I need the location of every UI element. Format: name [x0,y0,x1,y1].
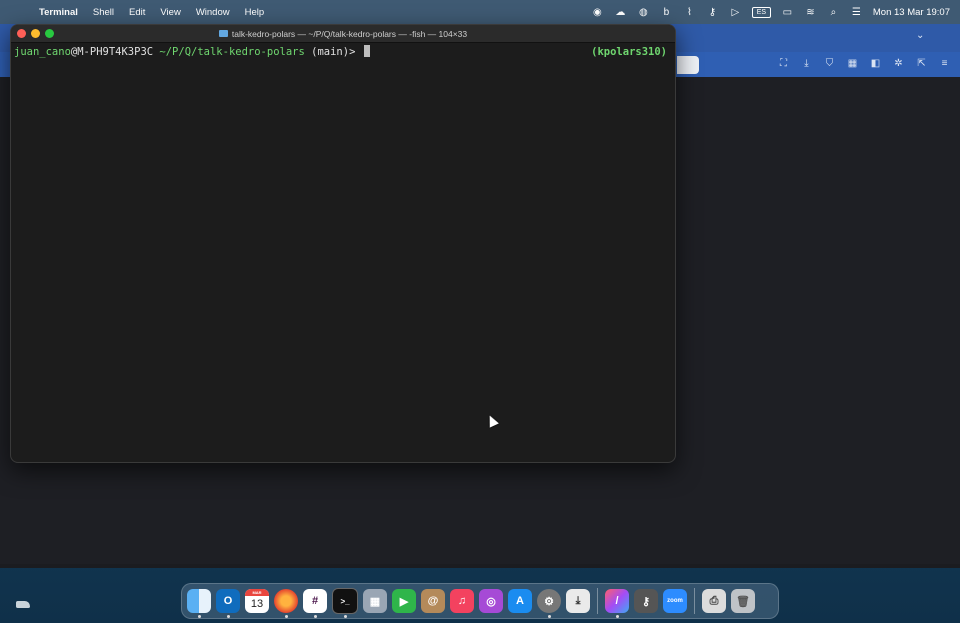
wifi-icon[interactable]: ≋ [804,6,817,19]
minimize-button[interactable] [31,29,40,38]
prompt-user: juan_cano [14,46,71,58]
trash-icon[interactable]: 🗑 [731,589,755,613]
menu-help[interactable]: Help [245,7,265,18]
menu-app-name[interactable]: Terminal [39,7,78,18]
search-icon[interactable]: ⌕ [827,6,840,19]
browser-toolbar-icons: ⛶ ⤓ ⛉ ▦ ◧ ✲ ⇱ ≡ [776,56,952,71]
address-bar[interactable] [677,56,699,74]
right-prompt-env: (kpolars310) [591,46,667,58]
cloud-icon[interactable]: ☁ [614,6,627,19]
terminal-window[interactable]: talk-kedro-polars — ~/P/Q/talk-kedro-pol… [10,24,676,463]
system-settings-icon[interactable]: ⚙ [537,589,561,618]
browser-bottom-edge [0,564,960,568]
download-icon[interactable]: ⤓ [799,56,814,71]
folder-icon [218,30,228,37]
terminal-icon[interactable]: >_ [332,588,358,618]
dock: O MAR 13 # >_ ▦ ▶ @ ♫ ◎ A ⚙ ⤓ / ⚷ zoom ⎙… [181,583,779,619]
play-icon[interactable]: ▷ [729,6,742,19]
dock-separator [694,588,695,614]
firefox-icon[interactable] [274,589,298,618]
pencil-app-icon[interactable]: / [605,589,629,618]
facetime-icon[interactable]: ▶ [392,589,416,613]
hamburger-menu-icon[interactable]: ≡ [937,56,952,71]
appstore-icon[interactable]: A [508,589,532,613]
wallpaper-boat [16,601,30,608]
keychain-icon[interactable]: ⚷ [634,589,658,613]
terminal-content[interactable]: juan_cano @ M-PH9T4K3P3C ~/P/Q/talk-kedro-… [11,43,675,61]
shield-icon[interactable]: ⛉ [822,56,837,71]
calendar-month: MAR [245,589,269,596]
launchpad-icon[interactable]: ▦ [363,589,387,613]
menu-window[interactable]: Window [196,7,230,18]
close-button[interactable] [17,29,26,38]
podcasts-icon[interactable]: ◎ [479,589,503,613]
zoom-button[interactable] [45,29,54,38]
sidebar-icon[interactable]: ◧ [868,56,883,71]
terminal-title-text: talk-kedro-polars — ~/P/Q/talk-kedro-pol… [231,28,468,39]
paperclip-icon[interactable]: ⌇ [683,6,696,19]
text-cursor [363,45,370,57]
downloads-icon[interactable]: ⤓ [566,589,590,613]
b-app-icon[interactable]: b [660,6,673,19]
screenshot-icon[interactable]: ⛶ [776,56,791,71]
window-controls [17,29,54,38]
menu-view[interactable]: View [160,7,180,18]
key-icon[interactable]: ⚷ [706,6,719,19]
extension-icon[interactable]: ✲ [891,56,906,71]
menu-edit[interactable]: Edit [129,7,145,18]
contacts-icon[interactable]: @ [421,589,445,613]
input-source-indicator[interactable]: ES [751,6,771,18]
prompt-line: juan_cano @ M-PH9T4K3P3C ~/P/Q/talk-kedro-… [14,45,672,59]
calendar-day: 13 [250,598,264,610]
dock-separator [597,588,598,614]
calendar-icon[interactable]: MAR 13 [245,589,269,613]
control-center-icon[interactable]: ☰ [850,6,863,19]
apps-grid-icon[interactable]: ▦ [845,56,860,71]
prompt-branch: (main)> [304,46,362,58]
outlook-icon[interactable]: O [216,589,240,618]
terminal-title: talk-kedro-polars — ~/P/Q/talk-kedro-pol… [218,28,468,39]
music-icon[interactable]: ♫ [450,589,474,613]
terminal-title-bar[interactable]: talk-kedro-polars — ~/P/Q/talk-kedro-pol… [11,25,675,43]
chevron-down-icon[interactable]: ⌄ [916,30,924,41]
battery-icon[interactable]: ▭ [781,6,794,19]
prompt-path: ~/P/Q/talk-kedro-polars [153,46,305,58]
globe-icon[interactable]: ◍ [637,6,650,19]
slack-icon[interactable]: # [303,589,327,618]
zoom-label: zoom [667,598,683,604]
zoom-icon[interactable]: zoom [663,589,687,613]
printer-icon[interactable]: ⎙ [702,589,726,613]
menu-shell[interactable]: Shell [93,7,114,18]
record-icon[interactable]: ◉ [591,6,604,19]
menubar-clock[interactable]: Mon 13 Mar 19:07 [873,7,950,18]
prompt-host: M-PH9T4K3P3C [77,46,154,58]
finder-icon[interactable] [187,589,211,618]
menu-bar: Terminal Shell Edit View Window Help ◉ ☁… [0,0,960,24]
share-icon[interactable]: ⇱ [914,56,929,71]
